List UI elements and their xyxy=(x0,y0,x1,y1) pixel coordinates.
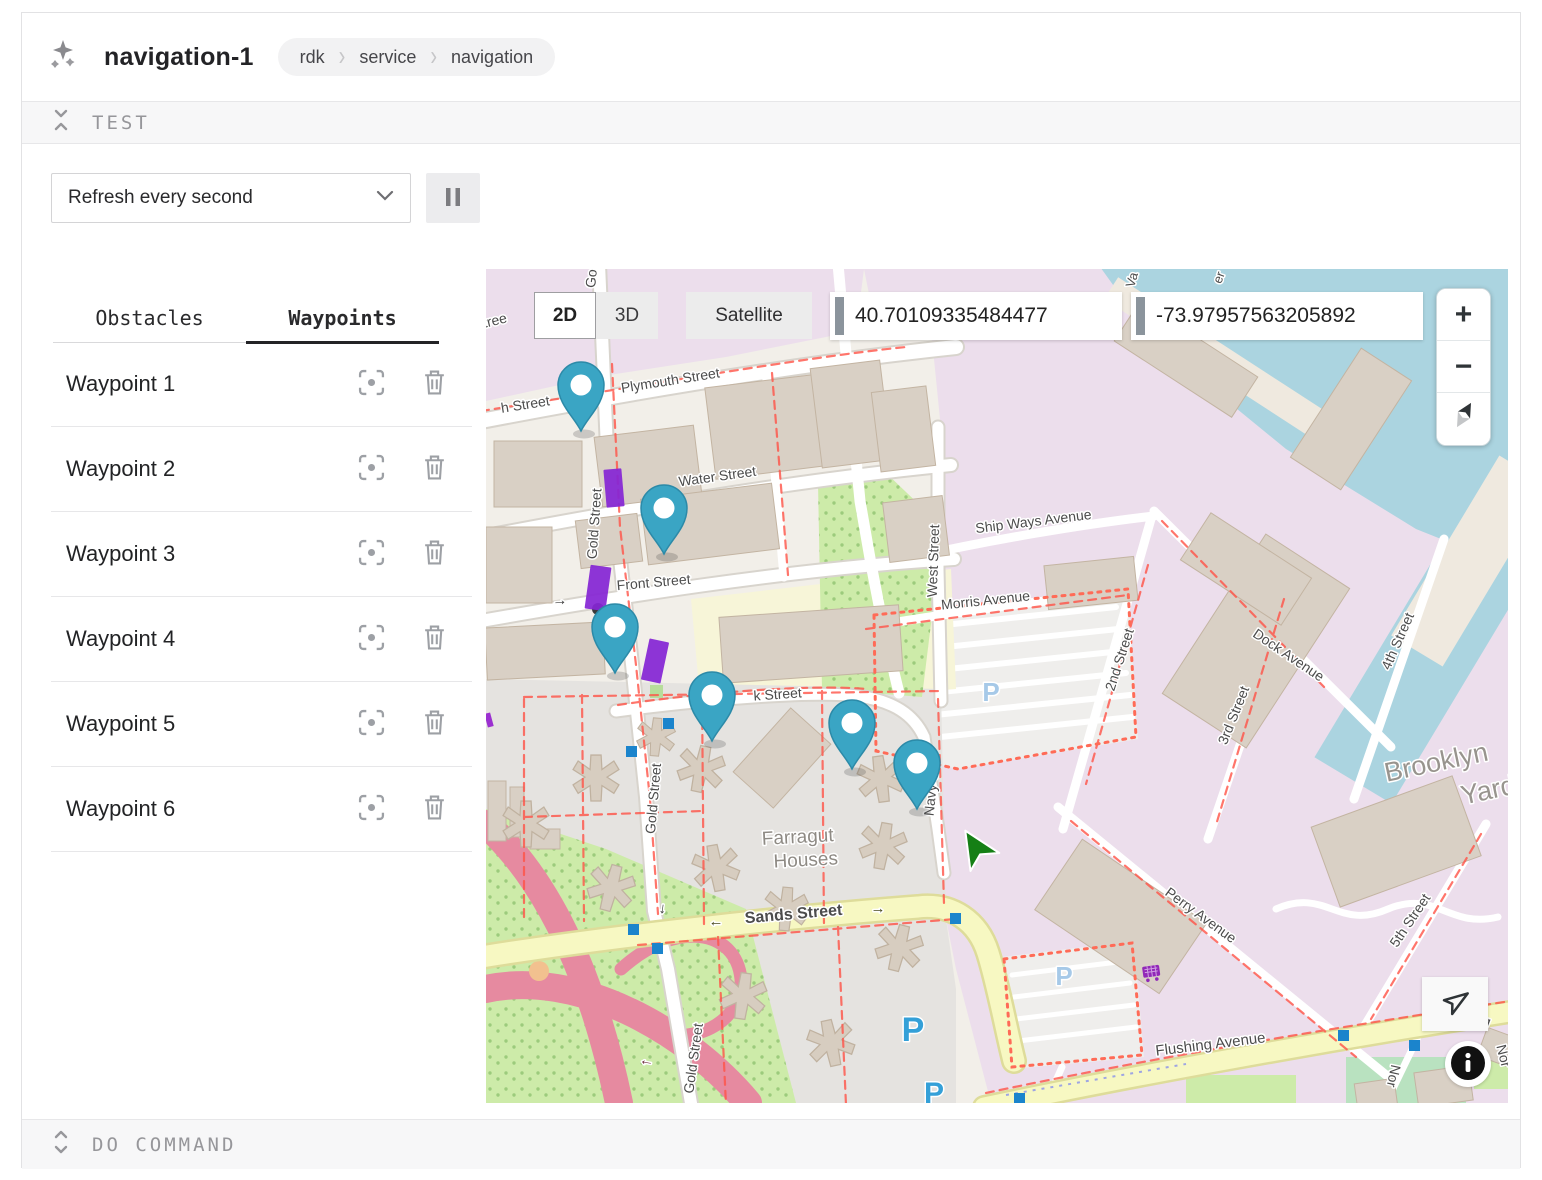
obstacle-marker[interactable] xyxy=(603,468,624,507)
test-section-header[interactable]: TEST xyxy=(22,102,1520,144)
trash-icon xyxy=(423,539,446,569)
latitude-input[interactable] xyxy=(853,303,1117,329)
street-label: P xyxy=(982,677,999,707)
zoom-out-button[interactable]: − xyxy=(1437,341,1490,393)
street-label: Go xyxy=(582,269,600,289)
compass-needle-icon xyxy=(1447,397,1481,441)
trash-icon xyxy=(423,369,446,399)
waypoint-row: Waypoint 3 xyxy=(51,512,472,597)
delete-waypoint-button[interactable] xyxy=(423,709,446,739)
waypoint-row: Waypoint 1 xyxy=(51,342,472,427)
focus-waypoint-button[interactable] xyxy=(358,709,385,739)
focus-waypoint-button[interactable] xyxy=(358,794,385,824)
street-label: k Street xyxy=(753,684,802,703)
waypoint-row: Waypoint 2 xyxy=(51,427,472,512)
street-label: P xyxy=(924,1077,944,1103)
focus-waypoint-button[interactable] xyxy=(358,454,385,484)
map-info-button[interactable] xyxy=(1445,1041,1491,1087)
latitude-drag-handle[interactable] xyxy=(835,297,844,335)
waypoint-name: Waypoint 2 xyxy=(66,456,358,482)
longitude-input[interactable] xyxy=(1154,303,1418,329)
street-label: ← xyxy=(638,1051,656,1070)
street-label: Farragut xyxy=(761,825,835,850)
map-canvas[interactable]: treeh StreetPlymouth StreetWater StreetF… xyxy=(486,269,1508,1103)
trash-icon xyxy=(423,624,446,654)
focus-icon xyxy=(358,794,385,824)
map-tiles: treeh StreetPlymouth StreetWater StreetF… xyxy=(486,269,1508,1103)
mode-3d-button[interactable]: 3D xyxy=(596,292,658,339)
breadcrumb: rdk › service › navigation xyxy=(278,38,555,76)
map-zoom-controls: + − xyxy=(1436,288,1491,446)
refresh-rate-select[interactable]: Refresh every second xyxy=(51,173,411,223)
focus-waypoint-button[interactable] xyxy=(358,624,385,654)
waypoint-name: Waypoint 4 xyxy=(66,626,358,652)
breadcrumb-chevron-icon: › xyxy=(430,41,437,73)
latitude-field xyxy=(830,292,1122,340)
map-mode-toggle: 2D 3D xyxy=(534,292,658,339)
delete-waypoint-button[interactable] xyxy=(423,369,446,399)
breadcrumb-item: rdk xyxy=(300,47,325,68)
navigation-card: navigation-1 rdk › service › navigation … xyxy=(21,12,1521,1168)
satellite-toggle-button[interactable]: Satellite xyxy=(686,292,812,339)
street-label: Houses xyxy=(773,848,838,872)
pause-icon xyxy=(445,187,461,210)
focus-waypoint-button[interactable] xyxy=(358,369,385,399)
breadcrumb-item: service xyxy=(359,47,416,68)
waypoint-row: Waypoint 6 xyxy=(51,767,472,852)
locate-arrow-icon xyxy=(1440,988,1470,1021)
refresh-rate-value: Refresh every second xyxy=(68,187,376,209)
delete-waypoint-button[interactable] xyxy=(423,624,446,654)
compass-button[interactable] xyxy=(1437,393,1490,445)
delete-waypoint-button[interactable] xyxy=(423,454,446,484)
street-label: P xyxy=(1055,961,1072,991)
expand-vertical-icon xyxy=(52,1129,70,1160)
locate-me-button[interactable] xyxy=(1422,977,1488,1031)
tab-waypoints[interactable]: Waypoints xyxy=(246,294,439,344)
longitude-field xyxy=(1131,292,1423,340)
focus-icon xyxy=(358,539,385,569)
pause-refresh-button[interactable] xyxy=(426,173,480,223)
focus-icon xyxy=(358,709,385,739)
focus-waypoint-button[interactable] xyxy=(358,539,385,569)
tab-obstacles[interactable]: Obstacles xyxy=(53,294,246,342)
breadcrumb-chevron-icon: › xyxy=(339,41,346,73)
delete-waypoint-button[interactable] xyxy=(423,539,446,569)
do-command-section-title: DO COMMAND xyxy=(92,1134,236,1156)
street-label: ← xyxy=(709,913,724,930)
trash-icon xyxy=(423,794,446,824)
waypoint-list: Waypoint 1 Waypoint 2 Waypoint 3 Waypoint 4… xyxy=(51,342,472,852)
test-section-title: TEST xyxy=(92,112,150,134)
longitude-drag-handle[interactable] xyxy=(1136,297,1145,335)
sparkle-icon xyxy=(48,38,82,77)
zoom-in-button[interactable]: + xyxy=(1437,289,1490,341)
trash-icon xyxy=(423,709,446,739)
street-label: P xyxy=(902,1011,925,1049)
waypoint-name: Waypoint 6 xyxy=(66,796,358,822)
waypoint-name: Waypoint 5 xyxy=(66,711,358,737)
waypoint-row: Waypoint 5 xyxy=(51,682,472,767)
mode-2d-button[interactable]: 2D xyxy=(534,292,596,339)
chevron-down-icon xyxy=(376,189,394,207)
delete-waypoint-button[interactable] xyxy=(423,794,446,824)
waypoint-name: Waypoint 1 xyxy=(66,371,358,397)
street-label: West Street xyxy=(924,524,943,598)
street-label: → xyxy=(871,900,886,917)
focus-icon xyxy=(358,454,385,484)
page-title: navigation-1 xyxy=(104,43,254,72)
do-command-section-header[interactable]: DO COMMAND xyxy=(22,1119,1520,1169)
map-layers-tabs: Obstacles Waypoints xyxy=(53,294,439,343)
info-icon xyxy=(1449,1044,1487,1085)
waypoint-row: Waypoint 4 xyxy=(51,597,472,682)
focus-icon xyxy=(358,624,385,654)
waypoint-name: Waypoint 3 xyxy=(66,541,358,567)
street-label: → xyxy=(552,592,568,610)
trash-icon xyxy=(423,454,446,484)
breadcrumb-item: navigation xyxy=(451,47,533,68)
card-header: navigation-1 rdk › service › navigation xyxy=(22,13,1520,102)
focus-icon xyxy=(358,369,385,399)
collapse-vertical-icon xyxy=(52,108,70,137)
